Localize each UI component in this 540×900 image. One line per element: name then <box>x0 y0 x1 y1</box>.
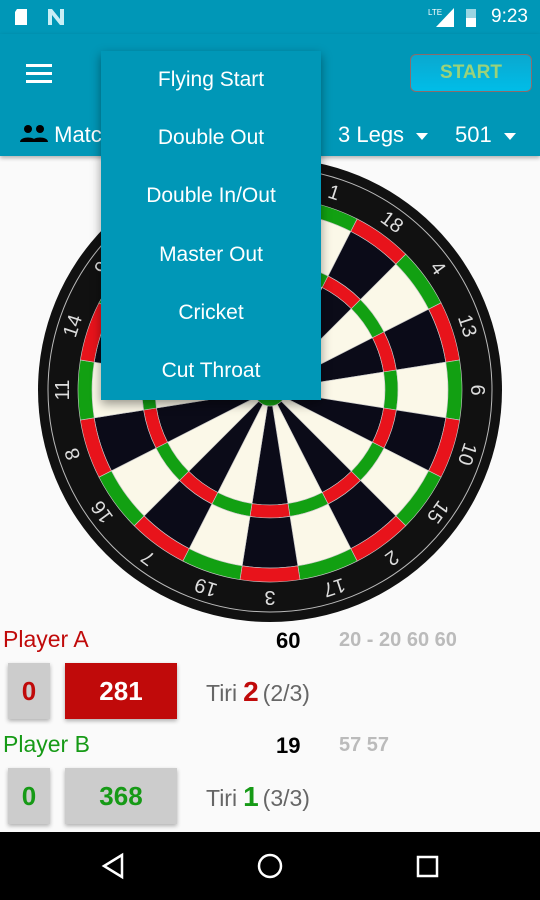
back-icon[interactable] <box>100 852 126 880</box>
board-number-6: 6 <box>466 384 488 395</box>
battery-charging-icon <box>466 9 476 27</box>
player-a-score: 281 <box>65 663 177 719</box>
score-dropdown[interactable]: 501 <box>455 122 516 148</box>
double-6[interactable] <box>445 359 463 421</box>
player-b-history: 57 57 <box>339 734 390 756</box>
board-number-11: 11 <box>52 380 74 401</box>
menu-item-cricket[interactable]: Cricket <box>101 284 321 342</box>
menu-item-cut-throat[interactable]: Cut Throat <box>101 342 321 400</box>
people-icon <box>20 125 48 142</box>
player-a-last-score: 60 <box>276 628 301 653</box>
home-icon[interactable] <box>255 852 285 882</box>
double-3[interactable] <box>239 565 301 583</box>
player-b-last-score: 19 <box>276 733 301 758</box>
menu-item-master-out[interactable]: Master Out <box>101 226 321 284</box>
legs-dropdown[interactable]: 3 Legs <box>338 122 429 148</box>
navigation-bar <box>0 832 540 900</box>
caret-down-icon <box>416 132 429 140</box>
menu-item-double-in-out[interactable]: Double In/Out <box>101 167 321 225</box>
game-mode-menu: Flying Start Double Out Double In/Out Ma… <box>101 51 321 400</box>
menu-item-double-out[interactable]: Double Out <box>101 109 321 167</box>
player-a-name: Player A <box>3 626 89 652</box>
player-a-legs: 0 <box>8 663 50 719</box>
player-b-name: Player B <box>3 731 90 757</box>
player-b-throws: Tiri 1 (3/3) <box>206 781 310 812</box>
match-selector[interactable]: Match <box>20 122 114 148</box>
menu-item-flying-start[interactable]: Flying Start <box>101 51 321 109</box>
player-b-legs: 0 <box>8 768 50 824</box>
sd-card-icon <box>15 9 64 25</box>
double-11[interactable] <box>77 359 95 421</box>
menu-icon[interactable] <box>26 64 52 84</box>
start-button[interactable]: START <box>410 54 532 92</box>
status-bar: LTE 9:23 <box>0 0 540 34</box>
caret-down-icon <box>503 132 516 140</box>
player-b-score: 368 <box>65 768 177 824</box>
segment-3[interactable] <box>241 516 299 569</box>
clock: 9:23 <box>491 6 528 27</box>
player-a-history: 20 - 20 60 60 <box>339 629 457 651</box>
lte-signal-icon: LTE <box>428 8 454 27</box>
svg-text:LTE: LTE <box>428 8 442 17</box>
recents-icon[interactable] <box>415 854 441 880</box>
board-number-3: 3 <box>264 586 275 608</box>
player-a-throws: Tiri 2 (2/3) <box>206 676 310 707</box>
treble-6[interactable] <box>383 369 399 411</box>
treble-3[interactable] <box>249 503 291 519</box>
segment-6[interactable] <box>396 361 449 419</box>
